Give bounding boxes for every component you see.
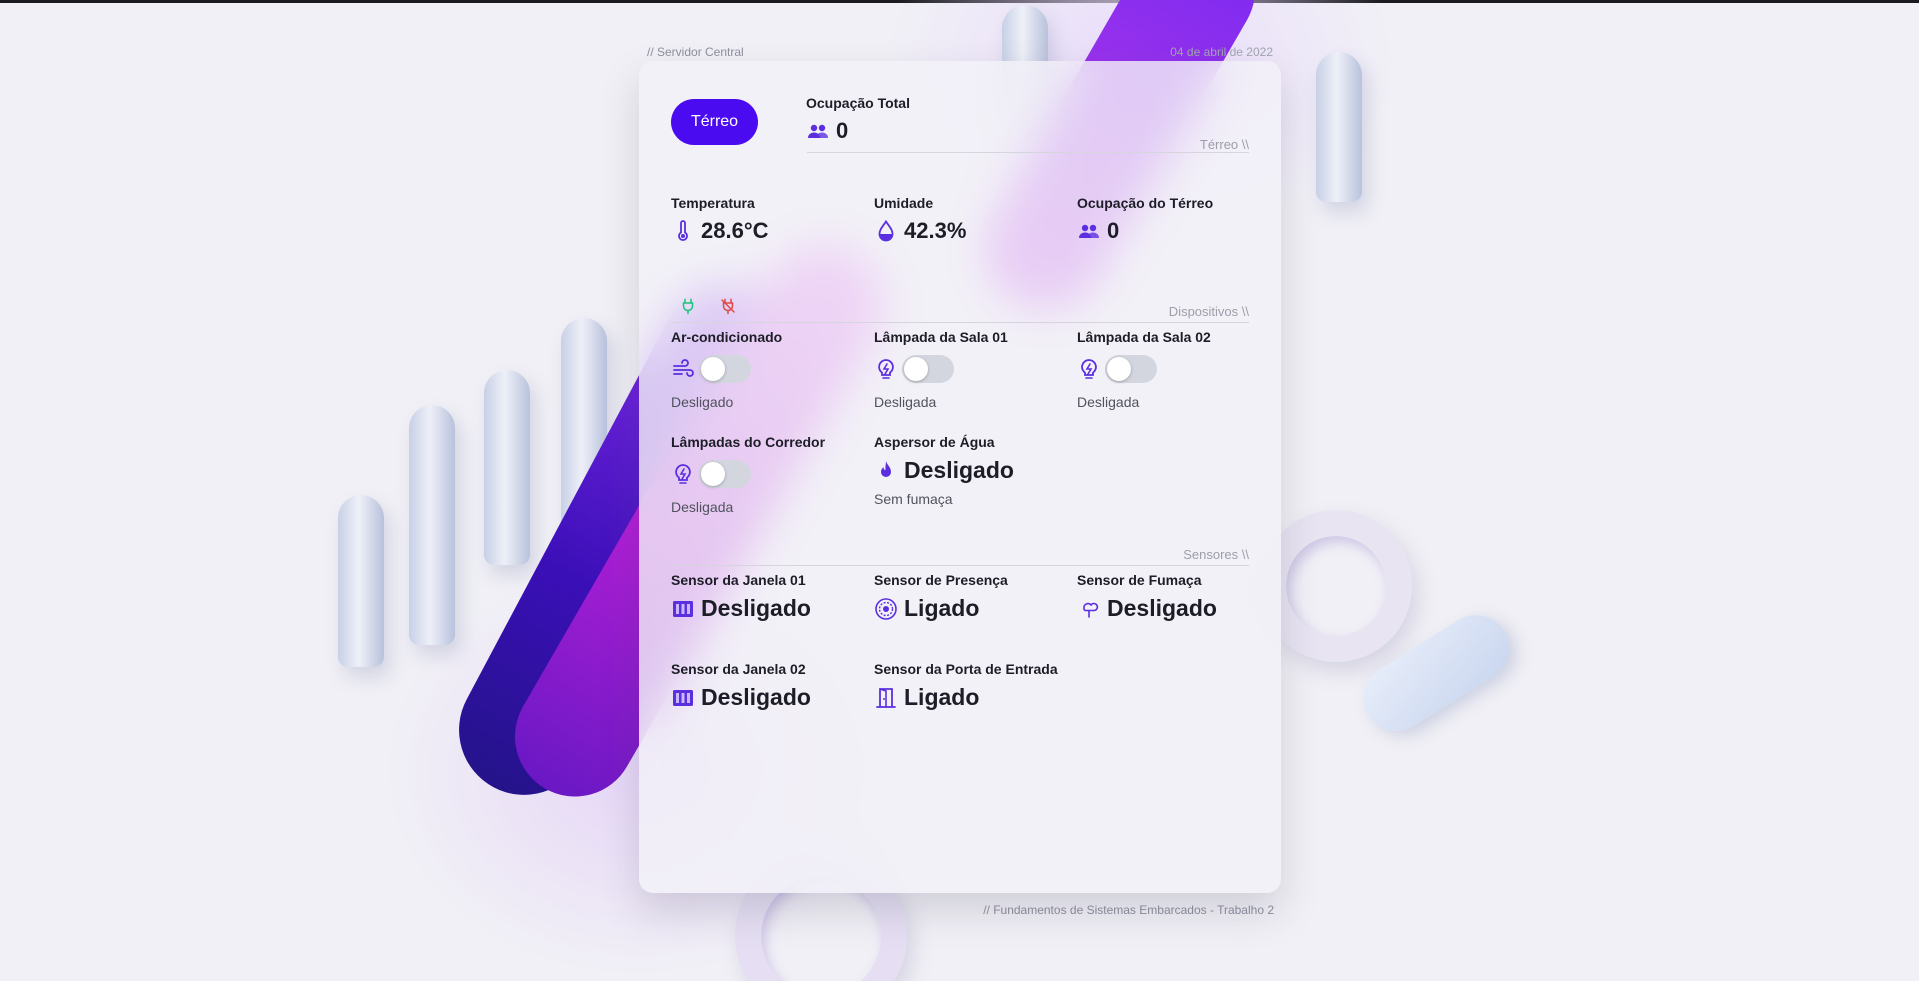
sensor-window02-value: Desligado — [671, 684, 811, 711]
sprinkler-smoke-status: Sem fumaça — [874, 491, 953, 507]
sprinkler-label: Aspersor de Água — [874, 434, 995, 450]
sensor-front-door-label: Sensor da Porta de Entrada — [874, 661, 1058, 677]
window-icon — [671, 597, 695, 621]
total-occupancy-value: 0 — [806, 118, 848, 144]
humidity-value: 42.3% — [874, 218, 966, 244]
device-ac-label: Ar-condicionado — [671, 329, 783, 345]
devices-section-label: Dispositivos \\ — [1168, 304, 1249, 319]
sensors-divider — [671, 565, 1249, 566]
people-icon — [806, 119, 830, 143]
sensor-presence-state: Ligado — [904, 595, 980, 621]
server-label: // Servidor Central — [647, 45, 744, 59]
date-label: 04 de abril de 2022 — [1170, 45, 1273, 59]
droplet-icon — [874, 219, 898, 243]
sensors-section-label: Sensores \\ — [1183, 547, 1249, 562]
window-icon — [671, 686, 695, 710]
lightbulb-icon — [1077, 358, 1101, 382]
header-divider — [807, 152, 1249, 153]
floor-occupancy-value: 0 — [1077, 218, 1119, 244]
presence-icon — [874, 597, 898, 621]
device-corridor-lamps-state: Desligada — [671, 499, 734, 515]
temperature-value: 28.6°C — [671, 218, 769, 244]
floor-button[interactable]: Térreo — [671, 99, 758, 145]
door-icon — [874, 686, 898, 710]
flame-icon — [874, 459, 898, 483]
device-ac-state: Desligado — [671, 394, 734, 410]
humidity-number: 42.3% — [904, 218, 967, 243]
device-ac-toggle[interactable] — [699, 355, 751, 383]
temperature-label: Temperatura — [671, 195, 755, 211]
floor-occupancy-label: Ocupação do Térreo — [1077, 195, 1214, 211]
device-lamp-room02-label: Lâmpada da Sala 02 — [1077, 329, 1211, 345]
sensor-smoke-state: Desligado — [1107, 595, 1217, 621]
sensor-presence-label: Sensor de Presença — [874, 572, 1008, 588]
humidity-label: Umidade — [874, 195, 934, 211]
plug-on-icon[interactable] — [679, 297, 697, 315]
sensor-window01-label: Sensor da Janela 01 — [671, 572, 806, 588]
total-occupancy-number: 0 — [836, 118, 849, 143]
sensor-window01-state: Desligado — [701, 595, 811, 621]
device-lamp-room01-toggle[interactable] — [902, 355, 954, 383]
device-lamp-room01-label: Lâmpada da Sala 01 — [874, 329, 1008, 345]
device-lamp-room02-toggle[interactable] — [1105, 355, 1157, 383]
device-corridor-lamps-label: Lâmpadas do Corredor — [671, 434, 826, 450]
dashboard-card: Térreo Ocupação Total 0 Térreo \\ Temper… — [639, 61, 1281, 893]
footer-credit: // Fundamentos de Sistemas Embarcados - … — [983, 903, 1274, 917]
device-lamp-room01-state: Desligada — [874, 394, 937, 410]
sensor-smoke-value: Desligado — [1077, 595, 1217, 622]
floor-occupancy-number: 0 — [1107, 218, 1120, 243]
sensor-smoke-label: Sensor de Fumaça — [1077, 572, 1202, 588]
smoke-icon — [1077, 597, 1101, 621]
sprinkler-state: Desligado — [904, 457, 1014, 483]
sensor-window02-label: Sensor da Janela 02 — [671, 661, 806, 677]
sensor-presence-value: Ligado — [874, 595, 979, 622]
sprinkler-value: Desligado — [874, 457, 1014, 484]
temperature-number: 28.6°C — [701, 218, 769, 243]
sensor-front-door-value: Ligado — [874, 684, 979, 711]
wind-icon — [671, 358, 695, 382]
floor-section-label: Térreo \\ — [1199, 137, 1249, 152]
lightbulb-icon — [874, 358, 898, 382]
total-occupancy-label: Ocupação Total — [806, 95, 910, 111]
sensor-window01-value: Desligado — [671, 595, 811, 622]
sensor-front-door-state: Ligado — [904, 684, 980, 710]
plug-off-icon[interactable] — [719, 297, 737, 315]
device-lamp-room02-state: Desligada — [1077, 394, 1140, 410]
device-corridor-lamps-toggle[interactable] — [699, 460, 751, 488]
thermometer-icon — [671, 219, 695, 243]
lightbulb-icon — [671, 463, 695, 487]
people-icon — [1077, 219, 1101, 243]
sensor-window02-state: Desligado — [701, 684, 811, 710]
devices-divider — [671, 322, 1249, 323]
